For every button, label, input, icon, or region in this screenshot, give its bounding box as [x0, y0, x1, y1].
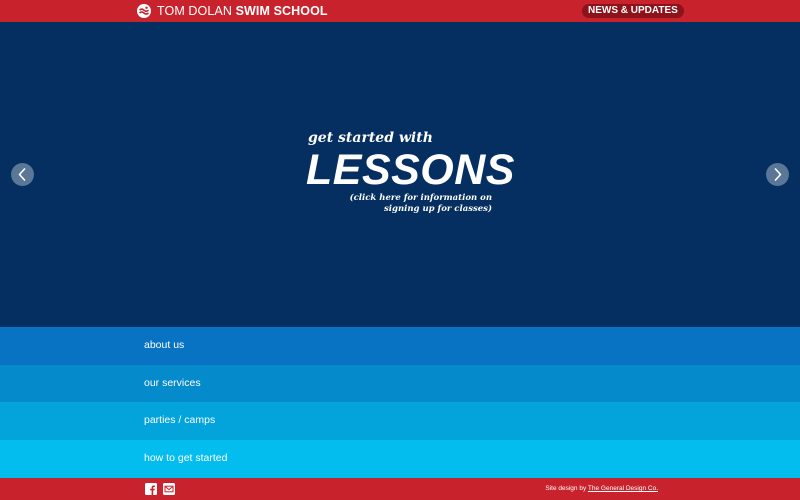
nav-item-label: about us: [144, 339, 185, 351]
nav-item-label: parties / camps: [144, 414, 216, 426]
lessons-slide-link[interactable]: get started with LESSONS (click here for…: [300, 130, 515, 240]
credit-prefix: Site design by: [545, 485, 587, 492]
swimmer-logo-icon: [137, 4, 151, 18]
brand-name: TOM DOLAN SWIM SCHOOL: [157, 3, 328, 19]
slider-next-button[interactable]: [766, 163, 789, 186]
top-bar: TOM DOLAN SWIM SCHOOL NEWS & UPDATES: [0, 0, 800, 22]
chevron-right-icon: [774, 168, 782, 181]
hero-slider: get started with LESSONS (click here for…: [0, 22, 800, 327]
facebook-link[interactable]: [145, 483, 157, 495]
facebook-icon: [145, 483, 157, 495]
brand-name-light: TOM DOLAN: [157, 4, 232, 18]
brand-name-bold: SWIM SCHOOL: [235, 4, 328, 18]
nav-item-our-services[interactable]: our services: [0, 365, 800, 403]
footer: Site design by The General Design Co.: [0, 478, 800, 500]
slider-prev-button[interactable]: [11, 163, 34, 186]
nav-item-label: our services: [144, 377, 201, 389]
nav-item-parties-camps[interactable]: parties / camps: [0, 402, 800, 440]
email-link[interactable]: [163, 483, 175, 495]
hero-subtitle: (click here for information on signing u…: [349, 193, 492, 214]
chevron-left-icon: [18, 168, 26, 181]
news-updates-button[interactable]: NEWS & UPDATES: [582, 4, 684, 18]
hero-title: LESSONS: [306, 146, 515, 194]
hero-kicker: get started with: [308, 130, 433, 146]
designer-link[interactable]: The General Design Co.: [588, 485, 658, 492]
site-credit: Site design by The General Design Co.: [545, 484, 658, 494]
brand-logo-link[interactable]: TOM DOLAN SWIM SCHOOL: [137, 3, 328, 19]
nav-item-label: how to get started: [144, 452, 228, 464]
nav-item-about-us[interactable]: about us: [0, 327, 800, 365]
email-icon: [163, 483, 175, 495]
nav-item-how-to-get-started[interactable]: how to get started: [0, 440, 800, 478]
